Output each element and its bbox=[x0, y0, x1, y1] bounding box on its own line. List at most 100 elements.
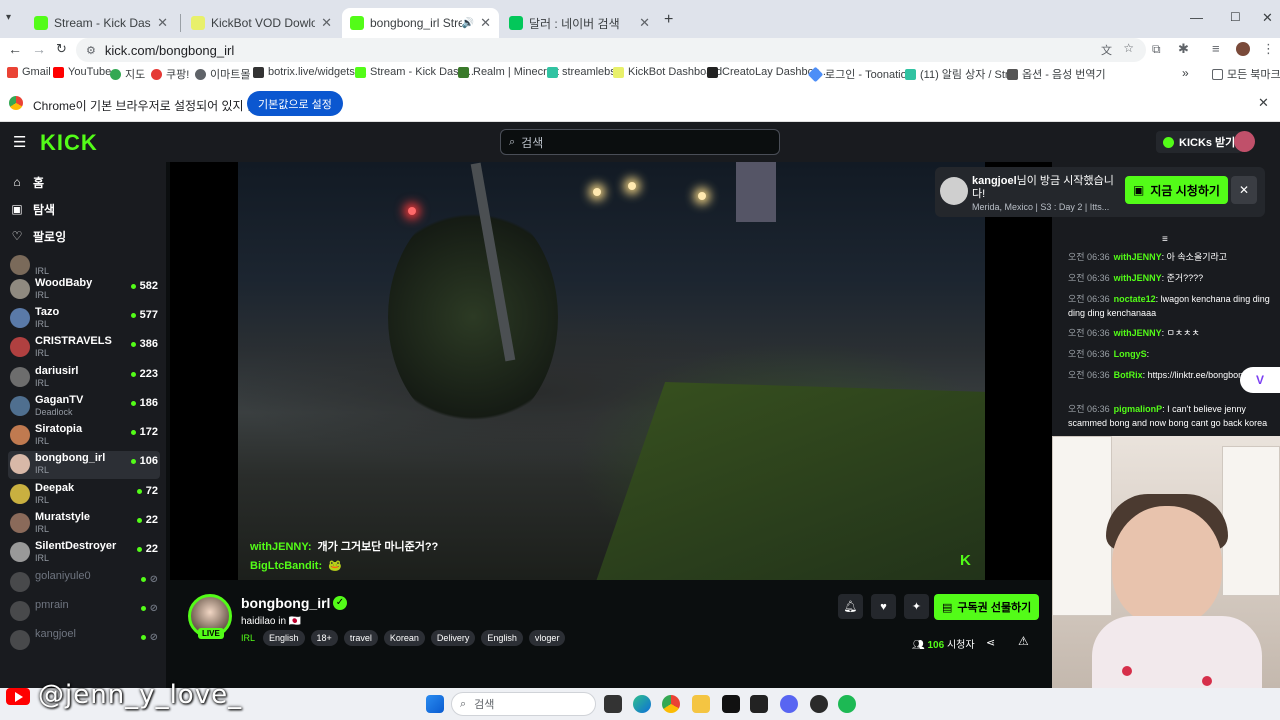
edge-icon[interactable] bbox=[633, 695, 651, 713]
bookmark-emart[interactable]: 이마트몰 bbox=[195, 66, 250, 82]
sidebar-channel-SilentDestroyer[interactable]: SilentDestroyer IRL 22 bbox=[8, 539, 160, 567]
bookmark-alert-box[interactable]: (11) 알림 상자 / Str... bbox=[905, 66, 1017, 82]
stream-video[interactable] bbox=[238, 162, 985, 580]
bookmark-gmail[interactable]: Gmail bbox=[7, 66, 51, 78]
kick-app-icon[interactable] bbox=[722, 695, 740, 713]
tab-bongbong-stream[interactable]: bongbong_irl Stream - Wa 🔊 ✕ bbox=[342, 8, 499, 38]
bookmark-coupang[interactable]: 쿠팡! bbox=[151, 66, 189, 82]
chat-username[interactable]: withJENNY bbox=[1114, 328, 1162, 338]
video-player[interactable]: withJENNY: 개가 그거보단 마니준거?? BigLtcBandit: 🐸 … bbox=[170, 162, 1052, 580]
stream-tag[interactable]: English bbox=[481, 630, 523, 646]
channel-name[interactable]: bongbong_irl bbox=[241, 595, 330, 611]
sparkle-button[interactable]: ✦ bbox=[904, 594, 929, 619]
pinned-divider-icon[interactable]: ≡ bbox=[1162, 234, 1168, 245]
stream-tag[interactable]: travel bbox=[343, 630, 378, 646]
notification-close-button[interactable]: ✕ bbox=[1231, 176, 1257, 204]
address-bar[interactable]: ⚙ kick.com/bongbong_irl 文 ☆ bbox=[76, 38, 1146, 62]
close-tab-icon[interactable]: ✕ bbox=[321, 15, 332, 31]
sidebar-channel-Tazo[interactable]: Tazo IRL 577 bbox=[8, 305, 160, 333]
sidebar-channel-golaniyule0[interactable]: golaniyule0 ⊘ bbox=[8, 569, 160, 597]
green-app-icon[interactable] bbox=[838, 695, 856, 713]
reload-icon[interactable]: ↻ bbox=[56, 41, 67, 57]
stream-tag[interactable]: Delivery bbox=[430, 630, 476, 646]
bookmark-voice-translator[interactable]: 옵션 - 음성 번역기 bbox=[1007, 66, 1106, 82]
bookmark-toonation[interactable]: 로그인 - Toonation bbox=[807, 66, 913, 82]
kick-logo[interactable]: KICK bbox=[40, 130, 98, 156]
user-avatar[interactable] bbox=[1234, 131, 1255, 152]
infobar-close-icon[interactable]: ✕ bbox=[1258, 95, 1269, 111]
audio-playing-icon[interactable]: 🔊 bbox=[462, 18, 474, 29]
tab-naver-search[interactable]: 달러 : 네이버 검색 ✕ bbox=[501, 8, 658, 38]
stream-tag[interactable]: English bbox=[263, 630, 305, 646]
chat-username[interactable]: LongyS bbox=[1114, 349, 1147, 359]
extension-icon[interactable]: ⧉ bbox=[1152, 42, 1161, 57]
profile-avatar[interactable] bbox=[1236, 42, 1250, 56]
sidebar-channel-pmrain[interactable]: pmrain ⊘ bbox=[8, 598, 160, 626]
nav-browse[interactable]: ▣ 탐색 bbox=[10, 199, 55, 219]
close-window-icon[interactable]: ✕ bbox=[1262, 10, 1273, 26]
chat-username[interactable]: withJENNY bbox=[1114, 273, 1162, 283]
windows-start-icon[interactable] bbox=[426, 695, 444, 713]
sidebar-channel-dariusirl[interactable]: dariusirl IRL 223 bbox=[8, 364, 160, 392]
chat-username[interactable]: BotRix bbox=[1114, 370, 1143, 380]
close-tab-icon[interactable]: ✕ bbox=[157, 15, 168, 31]
sidebar-channel-kangjoel[interactable]: kangjoel ⊘ bbox=[8, 627, 160, 655]
bookmark-streamlabs[interactable]: streamlebs bbox=[547, 66, 616, 78]
sidebar-channel-CRISTRAVELS[interactable]: CRISTRAVELS IRL 386 bbox=[8, 334, 160, 362]
tab-kick-dashboard[interactable]: Stream - Kick Dashboard ✕ bbox=[26, 8, 176, 38]
chrome-icon[interactable] bbox=[662, 695, 680, 713]
bookmark-kick-dashboard[interactable]: Stream - Kick Dash... bbox=[355, 66, 474, 78]
close-tab-icon[interactable]: ✕ bbox=[639, 15, 650, 31]
forward-icon[interactable]: → bbox=[32, 41, 46, 57]
tab-list-dropdown-icon[interactable]: ▾ bbox=[6, 12, 11, 23]
streamer-tool-v-icon[interactable]: V bbox=[1240, 367, 1280, 393]
search-input[interactable]: ⌕ 검색 bbox=[500, 129, 780, 155]
sidebar-channel-WoodBaby[interactable]: WoodBaby IRL 582 bbox=[8, 276, 160, 304]
nav-following[interactable]: ♡ 팔로잉 bbox=[10, 226, 67, 246]
watch-now-button[interactable]: ▣ 지금 시청하기 bbox=[1125, 176, 1228, 204]
share-icon[interactable]: ⋖ bbox=[986, 636, 995, 649]
all-bookmarks-folder[interactable]: 모든 북마크 bbox=[1212, 66, 1280, 82]
nav-home[interactable]: ⌂ 홈 bbox=[10, 172, 44, 192]
tab-kickbot-vod[interactable]: KickBot VOD Dowloader ✕ bbox=[183, 8, 340, 38]
layers-app-icon[interactable] bbox=[750, 695, 768, 713]
gift-subscription-button[interactable]: ▤ 구독권 선물하기 bbox=[934, 594, 1040, 620]
sidebar-channel-Deepak[interactable]: Deepak IRL 72 bbox=[8, 481, 160, 509]
close-tab-icon[interactable]: ✕ bbox=[480, 15, 491, 31]
taskbar-search-input[interactable]: ⌕ 검색 bbox=[451, 692, 596, 716]
chat-username[interactable]: pigmalionP bbox=[1114, 404, 1163, 414]
chat-username[interactable]: withJENNY bbox=[1114, 252, 1162, 262]
stream-tag[interactable]: vloger bbox=[528, 630, 566, 646]
follow-heart-button[interactable]: ♥ bbox=[871, 594, 896, 619]
bookmark-botrix[interactable]: botrix.live/widgets/... bbox=[253, 66, 367, 78]
sidebar-channel-GaganTV[interactable]: GaganTV Deadlock 186 bbox=[8, 393, 160, 421]
task-view-icon[interactable] bbox=[604, 695, 622, 713]
set-default-button[interactable]: 기본값으로 설정 bbox=[247, 91, 343, 116]
report-warning-icon[interactable]: ⚠ bbox=[1018, 634, 1029, 648]
obs-icon[interactable] bbox=[810, 695, 828, 713]
sidebar-channel-Siratopia[interactable]: Siratopia IRL 172 bbox=[8, 422, 160, 450]
bookmark-realm[interactable]: Realm | Minecraft bbox=[458, 66, 559, 78]
chat-username[interactable]: noctate12 bbox=[1114, 294, 1156, 304]
extensions-puzzle-icon[interactable]: ✱ bbox=[1178, 41, 1189, 57]
category-link[interactable]: IRL bbox=[241, 633, 255, 643]
translate-icon[interactable]: 文 bbox=[1101, 42, 1112, 58]
hamburger-menu-icon[interactable]: ☰ bbox=[13, 133, 26, 151]
get-kicks-button[interactable]: KICKs 받기 bbox=[1156, 131, 1243, 153]
bookmark-youtube[interactable]: YouTube bbox=[53, 66, 111, 78]
sidebar-channel-bongbong_irl[interactable]: bongbong_irl IRL 106 bbox=[8, 451, 160, 479]
discord-icon[interactable] bbox=[780, 695, 798, 713]
bookmark-maps[interactable]: 지도 bbox=[110, 66, 145, 82]
notification-bell-button[interactable]: 🔔︎ bbox=[838, 594, 863, 619]
stream-tag[interactable]: 18+ bbox=[310, 630, 338, 646]
stream-tag[interactable]: Korean bbox=[383, 630, 425, 646]
back-icon[interactable]: ← bbox=[8, 41, 22, 57]
sidebar-channel-Muratstyle[interactable]: Muratstyle IRL 22 bbox=[8, 510, 160, 538]
browser-menu-icon[interactable]: ⋮ bbox=[1262, 41, 1275, 57]
new-tab-button[interactable]: + bbox=[664, 11, 673, 29]
site-info-icon[interactable]: ⚙ bbox=[86, 44, 96, 57]
maximize-window-icon[interactable]: ☐ bbox=[1230, 10, 1241, 24]
media-controls-icon[interactable]: ≡ bbox=[1212, 41, 1220, 56]
file-explorer-icon[interactable] bbox=[692, 695, 710, 713]
bookmarks-overflow-button[interactable]: » bbox=[1182, 66, 1189, 80]
